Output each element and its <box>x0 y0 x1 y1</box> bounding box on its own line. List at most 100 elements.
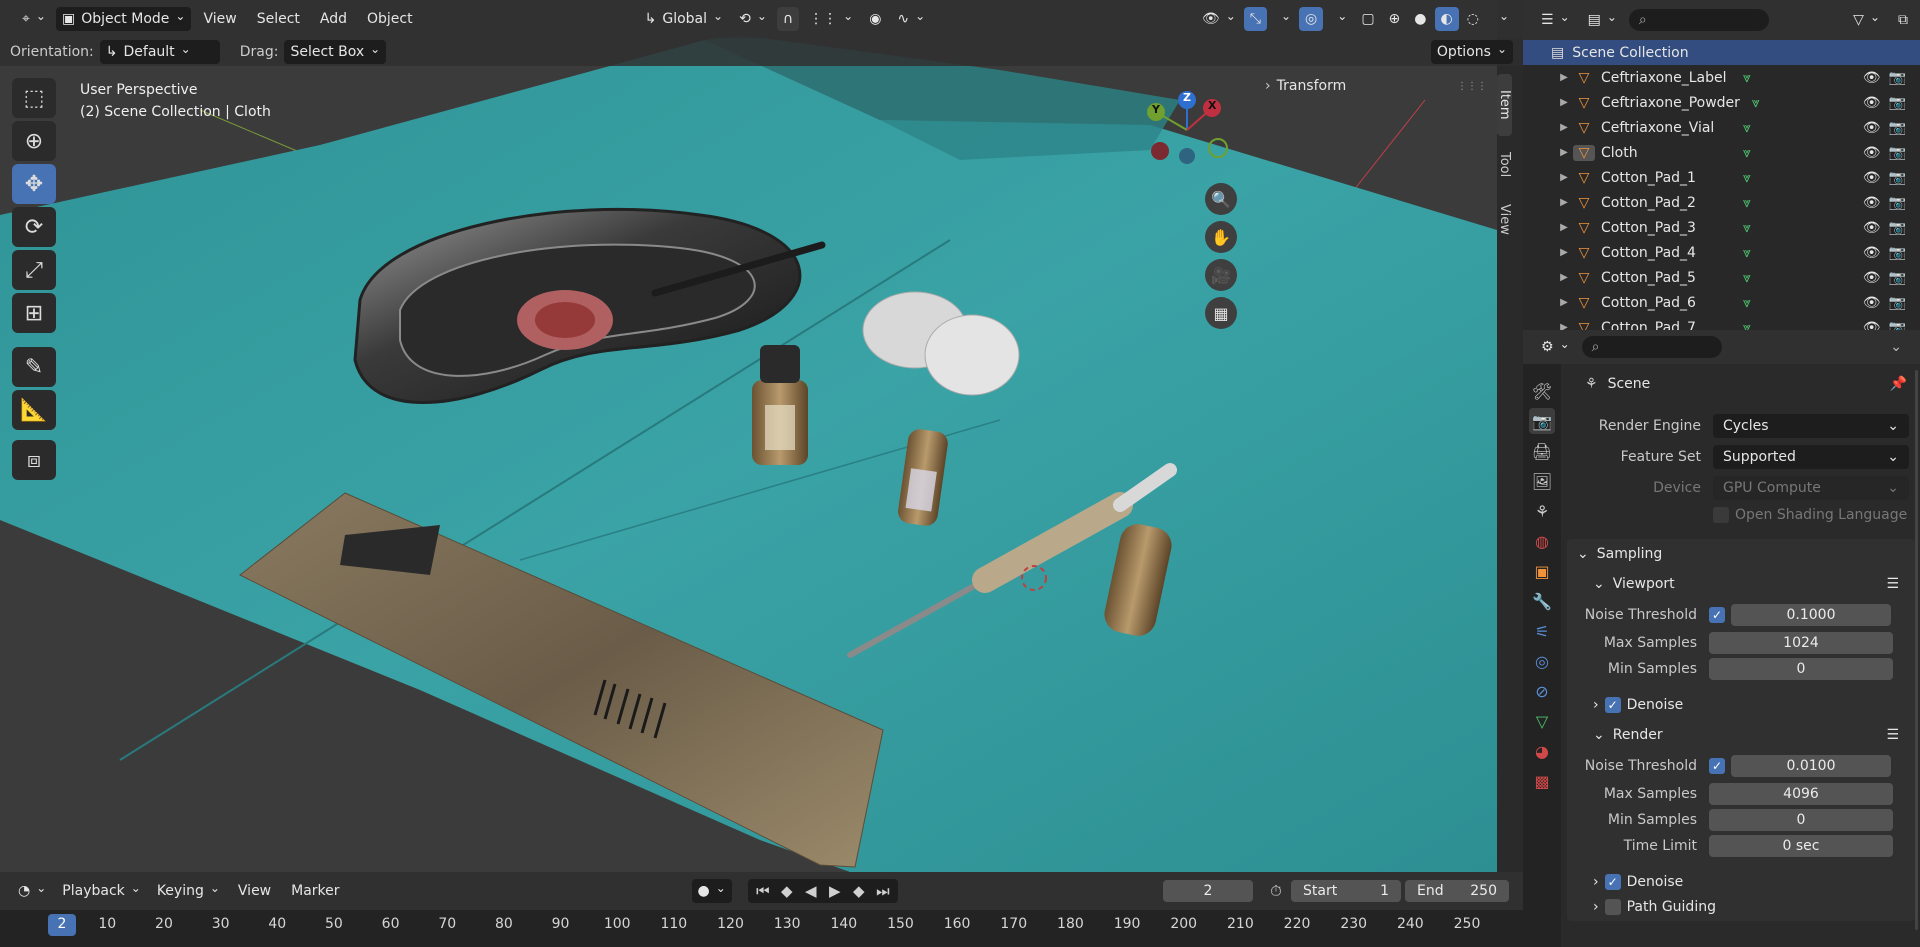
menu-object[interactable]: Object <box>359 11 421 27</box>
outliner-item[interactable]: ▶ ▽ Ceftriaxone_Label ⩔ 👁 📷 <box>1523 65 1920 90</box>
tool-tab[interactable]: 🛠 <box>1529 378 1555 404</box>
scene-tab[interactable]: ⚘ <box>1529 498 1555 524</box>
viewport-subpanel-header[interactable]: ⌄ Viewport ☰ <box>1567 569 1915 599</box>
camera-icon[interactable]: 📷 <box>1889 70 1906 86</box>
outliner-search[interactable]: ⌕ <box>1628 9 1769 31</box>
transform-panel-header[interactable]: › Transform ⋮⋮⋮ <box>1265 73 1487 99</box>
shading-material[interactable]: ◐ <box>1434 7 1459 31</box>
camera-icon[interactable]: 📷 <box>1889 270 1906 286</box>
orientation-dropdown[interactable]: ↳ Default <box>99 40 220 64</box>
camera-icon[interactable]: 📷 <box>1889 170 1906 186</box>
eye-icon[interactable]: 👁 <box>1863 120 1881 136</box>
list-icon[interactable]: ☰ <box>1886 576 1899 592</box>
measure-tool[interactable]: 📐 <box>12 390 56 430</box>
expand-arrow-icon[interactable]: ▶ <box>1555 272 1573 283</box>
outliner-editor-type[interactable]: ☰ <box>1535 8 1576 32</box>
camera-icon[interactable]: 📷 <box>1889 120 1906 136</box>
shading-rendered[interactable]: ◌ <box>1461 7 1485 31</box>
expand-arrow-icon[interactable]: ▶ <box>1555 147 1573 158</box>
modifier-tab[interactable]: 🔧 <box>1529 588 1555 614</box>
output-tab[interactable]: 🖨 <box>1529 438 1555 464</box>
tab-view[interactable]: View <box>1497 194 1512 244</box>
eye-icon[interactable]: 👁 <box>1863 270 1881 286</box>
select-box-tool[interactable]: ⬚ <box>12 78 56 118</box>
play-reverse-icon[interactable]: ◀ <box>800 880 822 902</box>
expand-arrow-icon[interactable]: ▶ <box>1555 172 1573 183</box>
constraints-tab[interactable]: ⊘ <box>1529 678 1555 704</box>
navigation-gizmo[interactable]: Y Z X <box>1140 88 1240 178</box>
prev-keyframe-icon[interactable]: ◆ <box>776 880 798 902</box>
zoom-button[interactable]: 🔍 <box>1205 183 1237 215</box>
eye-icon[interactable]: 👁 <box>1863 70 1881 86</box>
viewport-noise-checkbox[interactable]: ✓ <box>1709 606 1725 623</box>
shading-wireframe[interactable]: ⊕ <box>1383 7 1407 31</box>
timeline-editor-type[interactable]: ◔ <box>12 879 52 903</box>
falloff-selector[interactable]: ∿ <box>891 7 931 31</box>
start-frame-field[interactable]: Start 1 <box>1291 880 1401 902</box>
viewport-denoise-checkbox[interactable]: ✓ <box>1604 697 1621 713</box>
view-layer-tab[interactable]: 🖼 <box>1529 468 1555 494</box>
visibility-selector[interactable]: 👁 <box>1196 7 1242 31</box>
camera-view-button[interactable]: 🎥 <box>1205 259 1237 291</box>
pin-icon[interactable]: 📌 <box>1890 376 1907 392</box>
world-tab[interactable]: ◍ <box>1529 528 1555 554</box>
move-tool[interactable]: ✥ <box>12 164 56 204</box>
overlay-toggle[interactable]: ◎ <box>1299 7 1324 31</box>
expand-arrow-icon[interactable]: ▶ <box>1555 97 1573 108</box>
render-noise-field[interactable]: 0.0100 <box>1731 754 1891 777</box>
outliner-item[interactable]: ▶ ▽ Ceftriaxone_Vial ⩔ 👁 📷 <box>1523 115 1920 140</box>
ortho-toggle-button[interactable]: ▦ <box>1205 297 1237 329</box>
gizmo-toggle[interactable]: ⤡ <box>1243 7 1267 31</box>
camera-icon[interactable]: 📷 <box>1889 95 1906 111</box>
play-icon[interactable]: ▶ <box>824 880 846 902</box>
shading-solid[interactable]: ● <box>1408 7 1432 31</box>
expand-arrow-icon[interactable]: ▶ <box>1555 122 1573 133</box>
object-tab[interactable]: ▣ <box>1529 558 1555 584</box>
eye-icon[interactable]: 👁 <box>1863 95 1881 111</box>
add-cube-tool[interactable]: ⧈ <box>12 440 56 480</box>
gizmo-dropdown[interactable] <box>1269 7 1297 31</box>
camera-icon[interactable]: 📷 <box>1889 295 1906 311</box>
filter-dropdown[interactable]: ▽ <box>1847 8 1886 32</box>
chevron-down-icon[interactable]: ⌄ <box>1890 339 1902 355</box>
overlay-dropdown[interactable] <box>1325 7 1353 31</box>
menu-add[interactable]: Add <box>312 11 355 27</box>
scale-tool[interactable]: ⤢ <box>12 250 56 290</box>
expand-arrow-icon[interactable]: ▶ <box>1555 222 1573 233</box>
expand-arrow-icon[interactable]: ▶ <box>1555 197 1573 208</box>
pan-button[interactable]: ✋ <box>1205 221 1237 253</box>
physics-tab[interactable]: ◎ <box>1529 648 1555 674</box>
tab-tool[interactable]: Tool <box>1497 140 1512 190</box>
properties-editor-type[interactable]: ⚙ <box>1535 335 1576 359</box>
snap-target-selector[interactable]: ⋮⋮ <box>803 7 859 31</box>
new-collection-button[interactable]: ⧉ <box>1892 8 1914 32</box>
menu-select[interactable]: Select <box>249 11 308 27</box>
path-guiding-row[interactable]: › Path Guiding <box>1567 897 1915 917</box>
sampling-header[interactable]: ⌄ Sampling <box>1567 539 1915 569</box>
feature-set-dropdown[interactable]: Supported ⌄ <box>1713 444 1909 469</box>
menu-view[interactable]: View <box>195 11 244 27</box>
particles-tab[interactable]: ⚟ <box>1529 618 1555 644</box>
end-frame-field[interactable]: End 250 <box>1405 880 1509 902</box>
timeline-view-menu[interactable]: View <box>230 883 279 899</box>
eye-icon[interactable]: 👁 <box>1863 295 1881 311</box>
render-subpanel-header[interactable]: ⌄ Render ☰ <box>1567 720 1915 750</box>
render-engine-dropdown[interactable]: Cycles ⌄ <box>1713 413 1909 438</box>
eye-icon[interactable]: 👁 <box>1863 245 1881 261</box>
drag-dropdown[interactable]: Select Box <box>284 40 387 64</box>
render-denoise-checkbox[interactable]: ✓ <box>1604 874 1621 890</box>
3d-viewport[interactable]: User Perspective (2) Scene Collection | … <box>0 0 1497 872</box>
material-tab[interactable]: ◕ <box>1529 738 1555 764</box>
next-keyframe-icon[interactable]: ◆ <box>848 880 870 902</box>
jump-start-icon[interactable]: ⏮ <box>752 880 774 902</box>
viewport-denoise-row[interactable]: › ✓ Denoise <box>1567 690 1915 720</box>
viewport-noise-field[interactable]: 0.1000 <box>1731 603 1891 626</box>
path-guiding-checkbox[interactable] <box>1604 899 1621 915</box>
xray-toggle[interactable]: ▢ <box>1355 7 1380 31</box>
shading-dropdown[interactable] <box>1487 7 1515 31</box>
snap-toggle[interactable]: ∩ <box>776 7 800 31</box>
outliner-item[interactable]: ▶ ▽ Cotton_Pad_1 ⩔ 👁 📷 <box>1523 165 1920 190</box>
expand-arrow-icon[interactable]: ▶ <box>1555 297 1573 308</box>
eye-icon[interactable]: 👁 <box>1863 145 1881 161</box>
options-dropdown[interactable]: Options <box>1430 40 1513 64</box>
